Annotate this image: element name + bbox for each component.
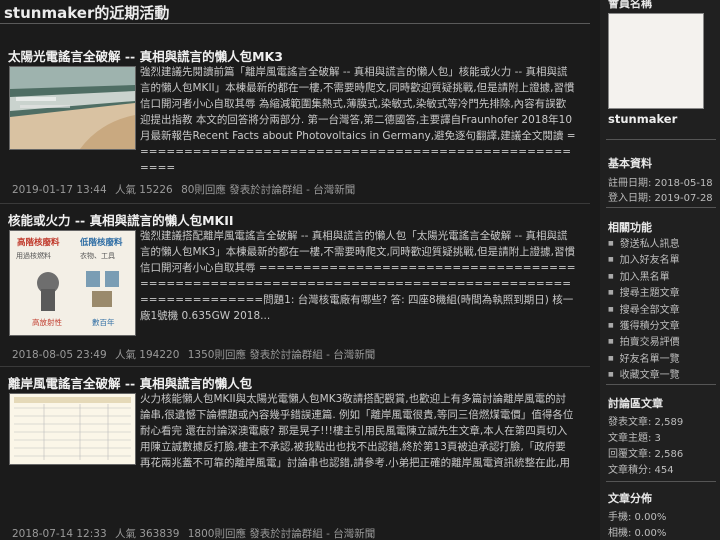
- sidebar-divider: [606, 481, 716, 482]
- post-meta: 2018-08-05 23:49 人氣 194220 1350則回應 發表於討論…: [12, 347, 375, 362]
- stat-posts: 發表文章: 2,589: [608, 417, 684, 428]
- data-table-image: [10, 394, 135, 464]
- friend-list-link[interactable]: 好友名單一覽: [608, 351, 680, 367]
- post-board-link[interactable]: 發表於討論群組 - 台灣新聞: [229, 184, 355, 196]
- post-views: 人氣 194220: [114, 349, 180, 361]
- send-message-link[interactable]: 發送私人訊息: [608, 236, 680, 252]
- post-replies-link[interactable]: 80則回應: [181, 184, 226, 196]
- info-label-right-bottom: 數百年: [92, 318, 115, 327]
- post-thumbnail-infographic[interactable]: 高階核廢料 用過核燃料 低階核廢料 衣物、工具 高放射性 數百年: [9, 230, 136, 336]
- post-date: 2018-08-05 23:49: [12, 349, 107, 361]
- info-label-low: 低階核廢料: [80, 238, 123, 248]
- info-label-high: 高階核廢料: [17, 238, 60, 248]
- post-date: 2019-01-17 13:44: [12, 184, 107, 196]
- post-views: 人氣 15226: [114, 184, 173, 196]
- functions-list: 發送私人訊息 加入好友名單 加入黑名單 搜尋主題文章 搜尋全部文章 獲得積分文章…: [608, 236, 680, 384]
- post-title-link[interactable]: 太陽光電謠言全破解 -- 真相與謊言的懶人包MK3: [8, 46, 283, 65]
- auction-rating-link[interactable]: 拍賣交易評價: [608, 334, 680, 350]
- info-label-left-bottom: 高放射性: [32, 318, 62, 327]
- sidebar-divider: [606, 139, 716, 140]
- post-title-link[interactable]: 離岸風電謠言全破解 -- 真相與謊言的懶人包: [8, 373, 252, 392]
- stats-heading: 討論區文章: [608, 397, 663, 410]
- post-divider: [0, 203, 590, 204]
- stat-replies: 回覆文章: 2,586: [608, 449, 684, 460]
- member-sidebar: 會員名稱 stunmaker 基本資料 註冊日期: 2018-05-18 登入日…: [600, 0, 720, 540]
- register-date: 註冊日期: 2018-05-18: [608, 178, 713, 189]
- post-replies-link[interactable]: 1800則回應: [188, 528, 246, 540]
- avatar[interactable]: [608, 13, 704, 109]
- points-posts-link[interactable]: 獲得積分文章: [608, 318, 680, 334]
- favorites-list-link[interactable]: 收藏文章一覽: [608, 367, 680, 383]
- add-blacklist-link[interactable]: 加入黑名單: [608, 269, 680, 285]
- post-meta: 2019-01-17 13:44 人氣 15226 80則回應 發表於討論群組 …: [12, 182, 355, 197]
- dist-phone: 手機: 0.00%: [608, 512, 667, 523]
- functions-heading: 相關功能: [608, 221, 652, 234]
- post-date: 2018-07-14 12:33: [12, 528, 107, 540]
- post-meta: 2018-07-14 12:33 人氣 363839 1800則回應 發表於討論…: [12, 526, 375, 540]
- username[interactable]: stunmaker: [608, 112, 677, 126]
- post-thumbnail-table[interactable]: [9, 393, 136, 465]
- stat-points: 文章積分: 454: [608, 465, 674, 476]
- dist-camera: 相機: 0.00%: [608, 528, 667, 539]
- distribution-heading: 文章分佈: [608, 492, 652, 505]
- sidebar-divider: [606, 207, 716, 208]
- member-heading: 會員名稱: [608, 0, 652, 10]
- post-excerpt-continued: [8, 471, 578, 503]
- login-date: 登入日期: 2019-07-28: [608, 193, 713, 204]
- add-friend-link[interactable]: 加入好友名單: [608, 252, 680, 268]
- post-excerpt: 火力核能懶人包MKII與太陽光電懶人包MK3敬請搭配觀賞,也歡迎上有多篇討論離岸…: [140, 393, 574, 469]
- search-all-posts-link[interactable]: 搜尋全部文章: [608, 302, 680, 318]
- basic-info-heading: 基本資料: [608, 157, 652, 170]
- post-replies-link[interactable]: 1350則回應: [188, 349, 246, 361]
- info-label-left-sub: 用過核燃料: [16, 252, 51, 260]
- post-divider: [0, 366, 590, 367]
- post-excerpt: 強烈建議先閱讀前篇「離岸風電謠言全破解 -- 真相與謊言的懶人包」核能或火力 -…: [140, 66, 576, 174]
- post-excerpt: 強烈建議搭配離岸風電謠言全破解 -- 真相與謊言的懶人包「太陽光電謠言全破解 -…: [140, 230, 576, 322]
- search-topics-link[interactable]: 搜尋主題文章: [608, 285, 680, 301]
- post-thumbnail-coastline[interactable]: [9, 66, 136, 150]
- post-board-link[interactable]: 發表於討論群組 - 台灣新聞: [249, 528, 375, 540]
- post-title-link[interactable]: 核能或火力 -- 真相與謊言的懶人包MKII: [8, 210, 234, 229]
- coastline-photo: [10, 67, 135, 149]
- stat-topics: 文章主題: 3: [608, 433, 661, 444]
- sidebar-divider: [606, 384, 716, 385]
- page-title: stunmaker的近期活動: [4, 4, 170, 22]
- info-label-right-sub: 衣物、工具: [80, 252, 115, 260]
- post-views: 人氣 363839: [114, 528, 180, 540]
- post-board-link[interactable]: 發表於討論群組 - 台灣新聞: [249, 349, 375, 361]
- title-divider: [0, 23, 590, 24]
- main-content: stunmaker的近期活動 太陽光電謠言全破解 -- 真相與謊言的懶人包MK3…: [0, 0, 590, 540]
